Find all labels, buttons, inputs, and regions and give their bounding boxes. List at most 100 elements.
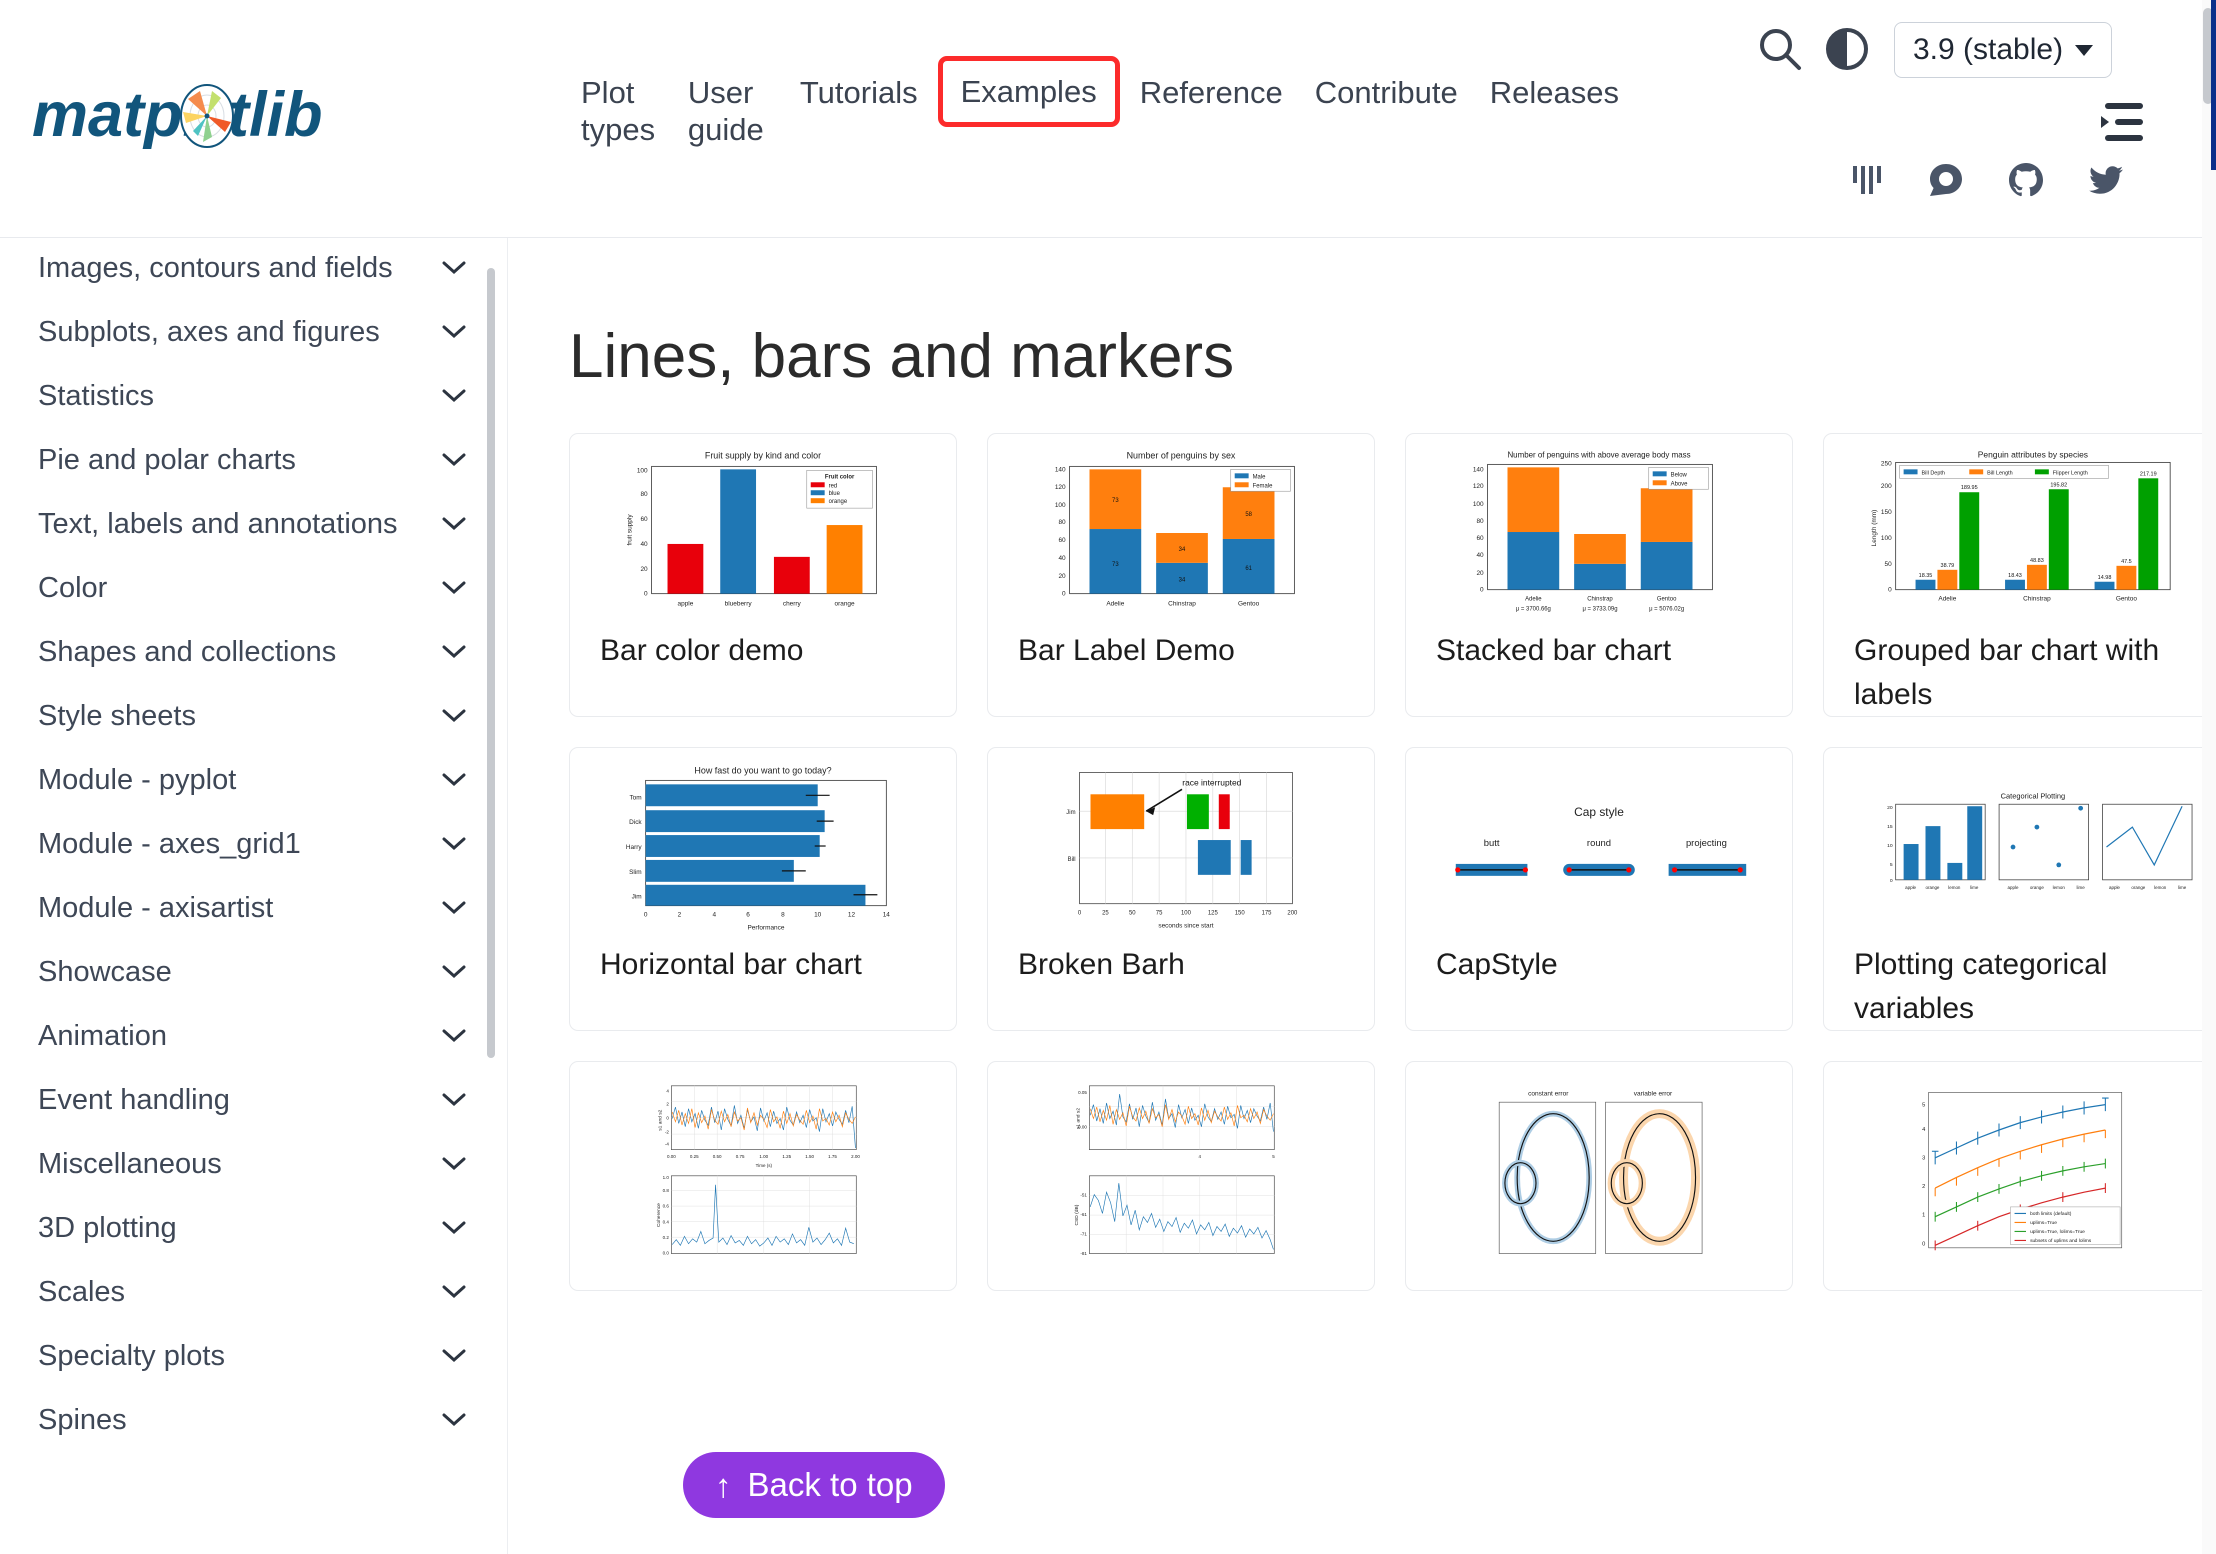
svg-text:uplims=True, lolims=True: uplims=True, lolims=True (2030, 1229, 2085, 1235)
chevron-down-icon[interactable] (442, 1285, 466, 1299)
gallery-card-coherence-demo[interactable]: s1 and s2 -4 -2 0 24 0.00 0.25 0.50 0.75 1.00… (569, 1061, 957, 1291)
gallery-card-grouped-bar-chart-with-labels[interactable]: Penguin attributes by species 0 50 100 150… (1823, 433, 2202, 717)
sidebar-item-text-labels-and-annotations[interactable]: Text, labels and annotations (0, 492, 507, 556)
gallery-card-plotting-categorical-variables[interactable]: Categorical Plotting 0 5 10 15 20 apple oran… (1823, 747, 2202, 1031)
gitter-icon[interactable] (1846, 160, 1886, 200)
svg-text:fruit supply: fruit supply (627, 514, 634, 546)
gallery-card-horizontal-bar-chart[interactable]: How fast do you want to go today? Tom Dic… (569, 747, 957, 1031)
svg-text:Gentoo: Gentoo (1238, 601, 1260, 608)
gallery-card-csd-demo[interactable]: s1 and s2 0.00 0.05 45 CSD (dB) -81 -71 -61… (987, 1061, 1375, 1291)
svg-text:cherry: cherry (783, 601, 802, 608)
svg-text:10: 10 (1887, 843, 1893, 849)
gallery-card-broken-barh[interactable]: race interrupted Jim Bill 0 25 50 75 100 125 … (987, 747, 1375, 1031)
sidebar-item-color[interactable]: Color (0, 556, 507, 620)
nav-item-contribute[interactable]: Contribute (1299, 68, 1474, 117)
sidebar-item-style-sheets[interactable]: Style sheets (0, 684, 507, 748)
svg-text:orange: orange (2030, 885, 2044, 890)
sidebar-item-module-axisartist[interactable]: Module - axisartist (0, 876, 507, 940)
header-tools: 3.9 (stable) (1656, 0, 2216, 238)
chevron-down-icon[interactable] (442, 1093, 466, 1107)
back-to-top-button[interactable]: ↑ Back to top (683, 1452, 945, 1518)
gallery-card-stacked-bar-chart[interactable]: Number of penguins with above average bo… (1405, 433, 1793, 717)
sidebar-item-pie-and-polar-charts[interactable]: Pie and polar charts (0, 428, 507, 492)
svg-text:orange: orange (835, 601, 856, 608)
chevron-down-icon[interactable] (442, 261, 466, 275)
chevron-down-icon[interactable] (442, 837, 466, 851)
chevron-down-icon[interactable] (442, 709, 466, 723)
sidebar-item-label: Scales (38, 1275, 126, 1308)
svg-text:217.19: 217.19 (2140, 471, 2157, 477)
chevron-down-icon[interactable] (442, 1157, 466, 1171)
sidebar-item-scales[interactable]: Scales (0, 1260, 507, 1324)
collapse-sidebar-icon[interactable] (2091, 100, 2147, 144)
svg-text:Categorical Plotting: Categorical Plotting (2001, 791, 2066, 800)
chevron-down-icon[interactable] (442, 581, 466, 595)
version-selector[interactable]: 3.9 (stable) (1894, 22, 2113, 78)
sidebar-navigation: Lines, bars and markers Images, contours… (0, 238, 508, 1554)
search-icon[interactable] (1753, 22, 1807, 76)
chevron-down-icon[interactable] (442, 1413, 466, 1427)
main-content: Lines, bars and markers Fruit supply by … (509, 238, 2202, 1554)
svg-text:Dick: Dick (629, 819, 642, 826)
sidebar-item-spines[interactable]: Spines (0, 1388, 507, 1452)
gallery-card-bar-color-demo[interactable]: Fruit supply by kind and color 0 20 40 60 8… (569, 433, 957, 717)
chevron-down-icon[interactable] (442, 453, 466, 467)
chevron-down-icon[interactable] (442, 645, 466, 659)
sidebar-item-3d-plotting[interactable]: 3D plotting (0, 1196, 507, 1260)
svg-text:Above: Above (1671, 481, 1689, 487)
svg-text:Length (mm): Length (mm) (1871, 510, 1878, 547)
chevron-down-icon[interactable] (442, 773, 466, 787)
nav-item-reference[interactable]: Reference (1124, 68, 1299, 117)
svg-text:seconds since start: seconds since start (1158, 923, 1213, 930)
discourse-icon[interactable] (1926, 160, 1966, 200)
sidebar-item-subplots-axes-and-figures[interactable]: Subplots, axes and figures (0, 300, 507, 364)
sidebar-item-label: Text, labels and annotations (38, 507, 398, 540)
svg-text:60: 60 (1476, 535, 1484, 542)
nav-item-user-guide[interactable]: User guide (672, 68, 784, 154)
sidebar-item-event-handling[interactable]: Event handling (0, 1068, 507, 1132)
svg-text:5: 5 (1922, 1102, 1925, 1108)
gallery-card-errorbar-limits[interactable]: 012 345 both limits (default) uplims=Tru… (1823, 1061, 2202, 1291)
svg-text:Flipper Length: Flipper Length (2053, 470, 2088, 476)
sidebar-item-statistics[interactable]: Statistics (0, 364, 507, 428)
chevron-down-icon[interactable] (442, 901, 466, 915)
sidebar-item-animation[interactable]: Animation (0, 1004, 507, 1068)
chevron-down-icon[interactable] (442, 1029, 466, 1043)
matplotlib-logo[interactable]: matpl tlib (32, 70, 392, 162)
gallery-card-bar-label-demo[interactable]: Number of penguins by sex 0 20 40 60 80 100 … (987, 433, 1375, 717)
sidebar-scrollbar-thumb[interactable] (487, 268, 495, 1058)
svg-text:47.5: 47.5 (2121, 559, 2132, 565)
nav-item-tutorials[interactable]: Tutorials (784, 68, 934, 117)
svg-text:μ = 3733.09g: μ = 3733.09g (1582, 607, 1617, 613)
svg-text:variable error: variable error (1634, 1091, 1673, 1098)
chevron-down-icon[interactable] (442, 325, 466, 339)
chevron-down-icon[interactable] (442, 1221, 466, 1235)
gallery-card-capstyle[interactable]: Cap style butt round projecting CapStyle (1405, 747, 1793, 1031)
svg-text:0: 0 (644, 912, 648, 919)
nav-item-releases[interactable]: Releases (1474, 68, 1635, 117)
sidebar-item-label: Statistics (38, 379, 155, 412)
page-scrollbar-track[interactable] (2202, 0, 2216, 1554)
svg-text:20: 20 (640, 566, 648, 573)
sidebar-item-label: Images, contours and fields (38, 251, 393, 284)
twitter-icon[interactable] (2086, 160, 2126, 200)
sidebar-item-shapes-and-collections[interactable]: Shapes and collections (0, 620, 507, 684)
chevron-down-icon[interactable] (442, 1349, 466, 1363)
sidebar-item-miscellaneous[interactable]: Miscellaneous (0, 1132, 507, 1196)
github-icon[interactable] (2006, 160, 2046, 200)
theme-toggle-icon[interactable] (1824, 26, 1870, 72)
sidebar-item-module-pyplot[interactable]: Module - pyplot (0, 748, 507, 812)
chevron-down-icon[interactable] (442, 389, 466, 403)
sidebar-item-showcase[interactable]: Showcase (0, 940, 507, 1004)
nav-item-plot-types[interactable]: Plot types (565, 68, 672, 154)
gallery-card-errorbar-subsample[interactable]: constant error variable error (1405, 1061, 1793, 1291)
sidebar-item-module-axes-grid1[interactable]: Module - axes_grid1 (0, 812, 507, 876)
svg-text:80: 80 (1476, 518, 1484, 525)
sidebar-item-specialty-plots[interactable]: Specialty plots (0, 1324, 507, 1388)
svg-text:100: 100 (637, 467, 648, 474)
chevron-down-icon[interactable] (442, 965, 466, 979)
svg-text:tlib: tlib (228, 80, 322, 150)
nav-item-examples[interactable]: Examples (937, 56, 1120, 128)
sidebar-item-images-contours-and-fields[interactable]: Images, contours and fields (0, 238, 507, 300)
chevron-down-icon[interactable] (442, 517, 466, 531)
